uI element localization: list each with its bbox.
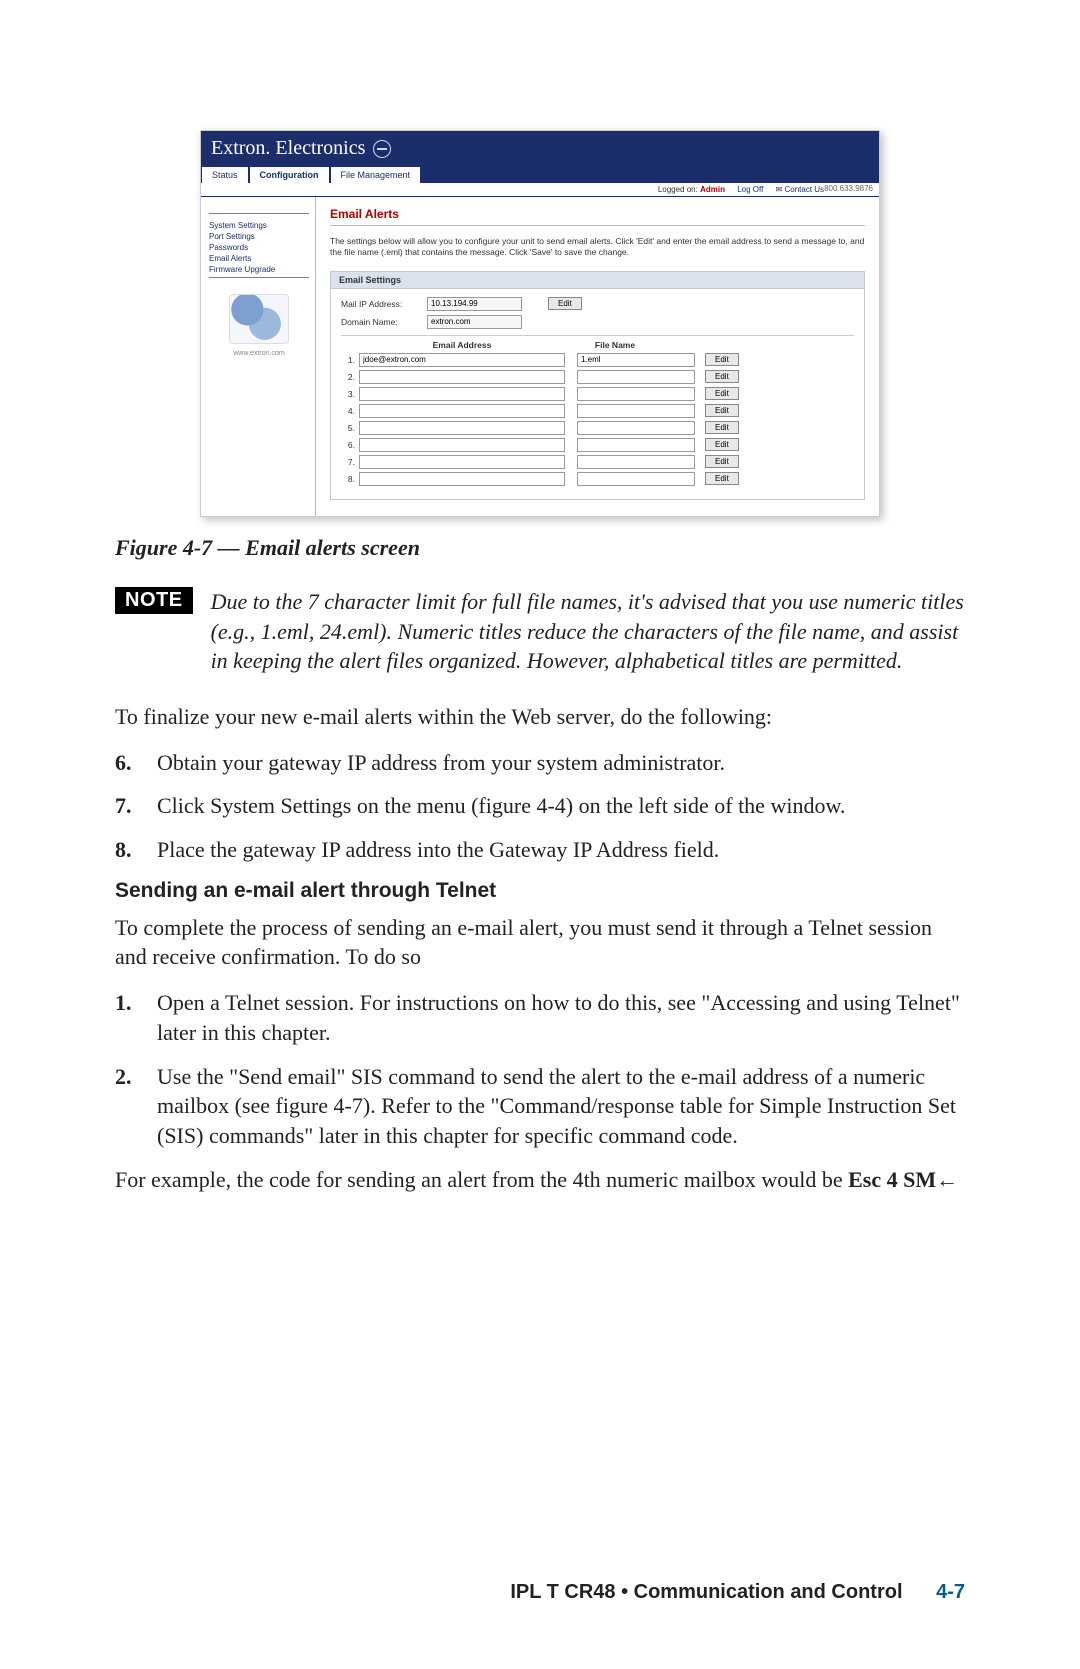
email-input-2[interactable] xyxy=(359,370,565,384)
panel-title: Email Alerts xyxy=(330,207,865,221)
email-input-8[interactable] xyxy=(359,472,565,486)
row-num: 8. xyxy=(341,474,355,484)
email-input-5[interactable] xyxy=(359,421,565,435)
edit-row-button[interactable]: Edit xyxy=(705,353,739,366)
sidebar-item-email-alerts[interactable]: Email Alerts xyxy=(209,253,309,264)
figure-caption: Figure 4-7 — Email alerts screen xyxy=(115,535,965,561)
edit-row-button[interactable]: Edit xyxy=(705,370,739,383)
row-num: 7. xyxy=(341,457,355,467)
sidebar-item-firmware-upgrade[interactable]: Firmware Upgrade xyxy=(209,264,309,275)
email-input-7[interactable] xyxy=(359,455,565,469)
example-code: Esc 4 SM xyxy=(848,1167,936,1192)
tab-bar: Status Configuration File Management xyxy=(201,164,879,183)
panel-description: The settings below will allow you to con… xyxy=(330,236,865,259)
note-badge: NOTE xyxy=(115,587,193,614)
row-num: 6. xyxy=(341,440,355,450)
brand-logo-icon xyxy=(373,140,391,158)
example-arrow-icon: ← xyxy=(936,1167,958,1192)
file-input-4[interactable] xyxy=(577,404,695,418)
sidebar-item-port-settings[interactable]: Port Settings xyxy=(209,231,309,242)
contact-link[interactable]: ✉ Contact Us xyxy=(776,185,825,194)
tab-file-management[interactable]: File Management xyxy=(330,166,422,183)
step-num: 6. xyxy=(115,748,157,778)
col-file-name: File Name xyxy=(575,340,655,350)
domain-name-label: Domain Name: xyxy=(341,317,421,327)
row-num: 4. xyxy=(341,406,355,416)
sidebar-item-system-settings[interactable]: System Settings xyxy=(209,220,309,231)
steps-list-b: 1.Open a Telnet session. For instruction… xyxy=(115,988,965,1150)
col-email-address: Email Address xyxy=(357,340,567,350)
app-header: Extron. Electronics xyxy=(201,131,879,164)
intro-paragraph: To finalize your new e-mail alerts withi… xyxy=(115,702,965,732)
brand-text: Extron. Electronics xyxy=(211,137,365,160)
telnet-paragraph: To complete the process of sending an e-… xyxy=(115,913,965,972)
step-num: 2. xyxy=(115,1062,157,1151)
page-footer: IPL T CR48 • Communication and Control 4… xyxy=(0,1581,1080,1604)
email-settings-header: Email Settings xyxy=(331,272,864,289)
email-alerts-screenshot: Extron. Electronics Status Configuration… xyxy=(200,130,880,517)
file-input-5[interactable] xyxy=(577,421,695,435)
mail-ip-label: Mail IP Address: xyxy=(341,299,421,309)
mail-ip-input[interactable] xyxy=(427,297,522,311)
step-text: Use the "Send email" SIS command to send… xyxy=(157,1062,965,1151)
file-input-8[interactable] xyxy=(577,472,695,486)
step-num: 8. xyxy=(115,835,157,865)
main-panel: Email Alerts The settings below will all… xyxy=(316,197,879,516)
row-num: 5. xyxy=(341,423,355,433)
file-input-6[interactable] xyxy=(577,438,695,452)
logged-on-user: Admin xyxy=(700,185,725,194)
example-prefix: For example, the code for sending an ale… xyxy=(115,1167,848,1192)
row-num: 2. xyxy=(341,372,355,382)
footer-section: IPL T CR48 • Communication and Control xyxy=(510,1581,902,1603)
row-num: 3. xyxy=(341,389,355,399)
edit-row-button[interactable]: Edit xyxy=(705,472,739,485)
step-text: Click System Settings on the menu (figur… xyxy=(157,791,965,821)
edit-row-button[interactable]: Edit xyxy=(705,455,739,468)
sidebar-item-passwords[interactable]: Passwords xyxy=(209,242,309,253)
email-input-4[interactable] xyxy=(359,404,565,418)
example-paragraph: For example, the code for sending an ale… xyxy=(115,1165,965,1195)
step-num: 1. xyxy=(115,988,157,1047)
subheading-telnet: Sending an e-mail alert through Telnet xyxy=(115,879,965,903)
edit-settings-button[interactable]: Edit xyxy=(548,297,582,310)
step-text: Obtain your gateway IP address from your… xyxy=(157,748,965,778)
edit-row-button[interactable]: Edit xyxy=(705,421,739,434)
logoff-link[interactable]: Log Off xyxy=(737,185,763,194)
email-input-3[interactable] xyxy=(359,387,565,401)
step-text: Place the gateway IP address into the Ga… xyxy=(157,835,965,865)
top-right-bar: 800.633.9876 Logged on: Admin Log Off ✉ … xyxy=(201,183,879,197)
file-input-1[interactable] xyxy=(577,353,695,367)
tab-status[interactable]: Status xyxy=(201,166,249,183)
email-input-1[interactable] xyxy=(359,353,565,367)
phone-number: 800.633.9876 xyxy=(824,184,873,193)
note-text: Due to the 7 character limit for full fi… xyxy=(211,587,965,676)
email-input-6[interactable] xyxy=(359,438,565,452)
footer-page-number: 4-7 xyxy=(936,1581,965,1603)
file-input-3[interactable] xyxy=(577,387,695,401)
edit-row-button[interactable]: Edit xyxy=(705,438,739,451)
product-image xyxy=(229,294,289,344)
steps-list-a: 6.Obtain your gateway IP address from yo… xyxy=(115,748,965,865)
vendor-url: www.extron.com xyxy=(209,350,309,357)
file-input-7[interactable] xyxy=(577,455,695,469)
step-text: Open a Telnet session. For instructions … xyxy=(157,988,965,1047)
step-num: 7. xyxy=(115,791,157,821)
sidebar: System Settings Port Settings Passwords … xyxy=(201,197,316,516)
file-input-2[interactable] xyxy=(577,370,695,384)
logged-on-label: Logged on: xyxy=(658,185,698,194)
row-num: 1. xyxy=(341,355,355,365)
domain-name-input[interactable] xyxy=(427,315,522,329)
tab-configuration[interactable]: Configuration xyxy=(249,166,330,183)
edit-row-button[interactable]: Edit xyxy=(705,404,739,417)
edit-row-button[interactable]: Edit xyxy=(705,387,739,400)
